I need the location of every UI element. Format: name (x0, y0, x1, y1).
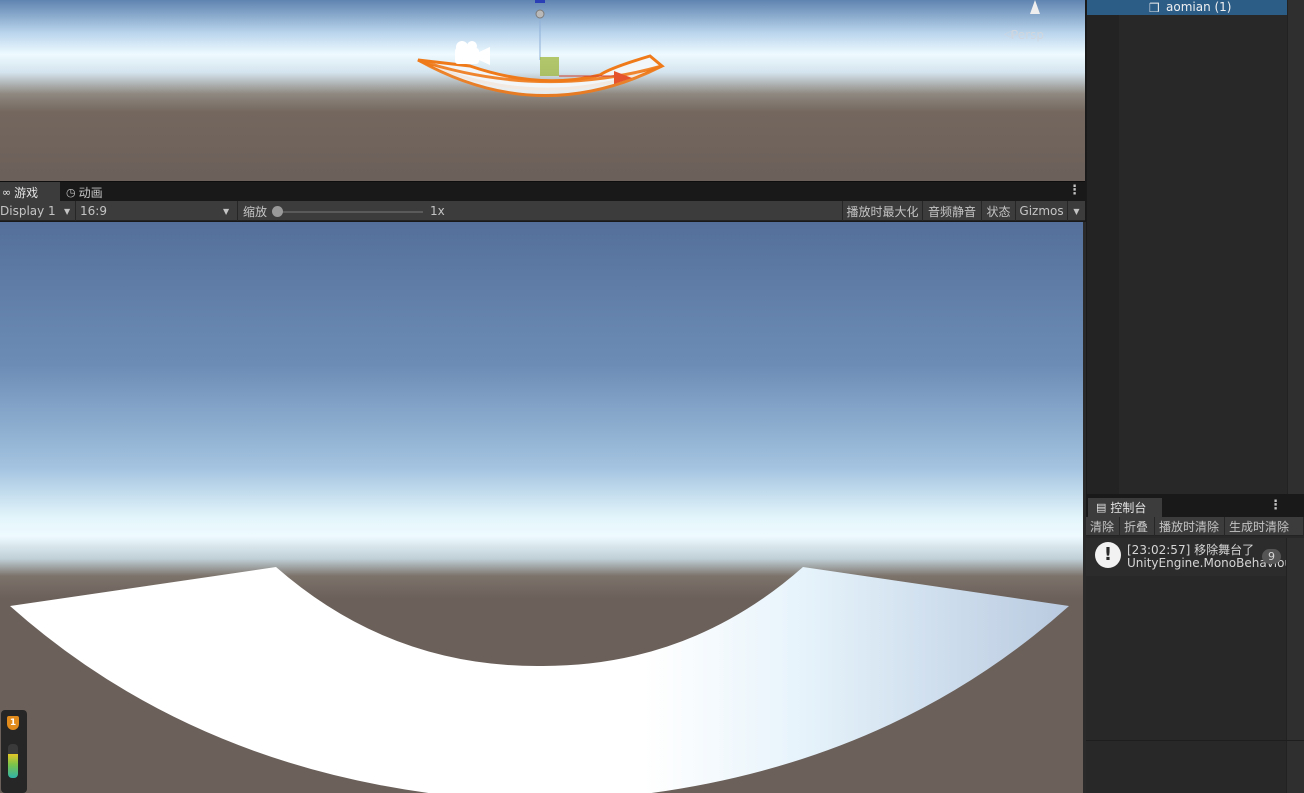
console-scrollbar[interactable] (1286, 538, 1304, 793)
console-log-entry[interactable]: ! [23:02:57] 移除舞台了 UnityEngine.MonoBehav… (1086, 538, 1286, 576)
log-count-badge: 9 (1262, 549, 1281, 564)
persp-label[interactable]: Persp (1011, 28, 1044, 42)
collapse-button[interactable]: 折叠 (1120, 517, 1155, 536)
aspect-dropdown[interactable]: 16:9 ▼ (80, 201, 235, 221)
console-icon: ▤ (1096, 501, 1107, 514)
stats-button[interactable]: 状态 (981, 201, 1015, 221)
game-curved-plane (10, 567, 1069, 793)
scale-slider-handle[interactable] (272, 206, 283, 217)
game-tabbar: ∞ 游戏 ◷ 动画 ⋮ (0, 181, 1085, 202)
game-panel-menu-icon[interactable]: ⋮ (1068, 183, 1081, 198)
rotate-handle-icon (535, 9, 545, 19)
plane-handle-icon (540, 57, 559, 76)
display-value: Display 1 (0, 204, 56, 218)
level-meter (8, 744, 18, 778)
shield-icon[interactable]: 1 (7, 716, 19, 730)
gamepad-icon: ∞ (2, 185, 12, 199)
scale-value: 1x (430, 204, 445, 218)
maximize-on-play-button[interactable]: 播放时最大化 (842, 201, 922, 221)
hierarchy-item-label[interactable]: aomian (1) (1166, 0, 1232, 14)
console-menu-icon[interactable]: ⋮ (1269, 498, 1282, 513)
console-panel: ▤ 控制台 ⋮ 清除 折叠 播放时清除 生成时清除 ! [23:02:57] 移… (1086, 498, 1304, 793)
hierarchy-panel: ❒ aomian (1) (1086, 0, 1304, 497)
tab-console[interactable]: ▤ 控制台 (1088, 498, 1162, 517)
orientation-cone-icon (1030, 0, 1040, 14)
gizmos-button[interactable]: Gizmos (1015, 201, 1067, 221)
chevron-down-icon: ▼ (223, 207, 230, 216)
tab-animation[interactable]: ◷ 动画 (64, 182, 124, 202)
scale-label: 缩放 (243, 204, 268, 219)
warning-icon: ! (1095, 542, 1121, 568)
camera-gizmo-icon (455, 41, 490, 65)
chevron-down-icon: ▼ (64, 207, 71, 216)
tab-animation-label: 动画 (78, 185, 103, 200)
console-toolbar: 清除 折叠 播放时清除 生成时清除 (1086, 517, 1304, 536)
display-dropdown[interactable]: Display 1 ▼ (0, 201, 74, 221)
scene-canvas (417, 0, 1040, 98)
tab-game[interactable]: ∞ 游戏 (0, 182, 60, 202)
clear-on-build-button[interactable]: 生成时清除 (1225, 517, 1304, 536)
clock-icon: ◷ (66, 185, 76, 199)
mute-audio-button[interactable]: 音频静音 (922, 201, 981, 221)
clear-on-play-button[interactable]: 播放时清除 (1155, 517, 1225, 536)
console-tabbar: ▤ 控制台 ⋮ (1086, 498, 1304, 517)
game-canvas (10, 567, 1069, 793)
cube-icon: ❒ (1149, 1, 1160, 15)
clear-button[interactable]: 清除 (1086, 517, 1120, 536)
scene-view[interactable]: ◁ Persp (0, 0, 1085, 181)
scale-slider-track[interactable] (278, 211, 423, 213)
game-view[interactable] (0, 222, 1083, 793)
tab-console-label: 控制台 (1110, 501, 1147, 515)
tab-game-label: 游戏 (14, 185, 39, 200)
hierarchy-scrollbar[interactable] (1287, 0, 1304, 497)
game-toolbar: Display 1 ▼ 16:9 ▼ 缩放 1x 播放时最大化 音频静音 状态 … (0, 201, 1085, 221)
aspect-value: 16:9 (80, 204, 107, 218)
gizmos-dropdown-icon[interactable]: ▼ (1067, 201, 1085, 221)
